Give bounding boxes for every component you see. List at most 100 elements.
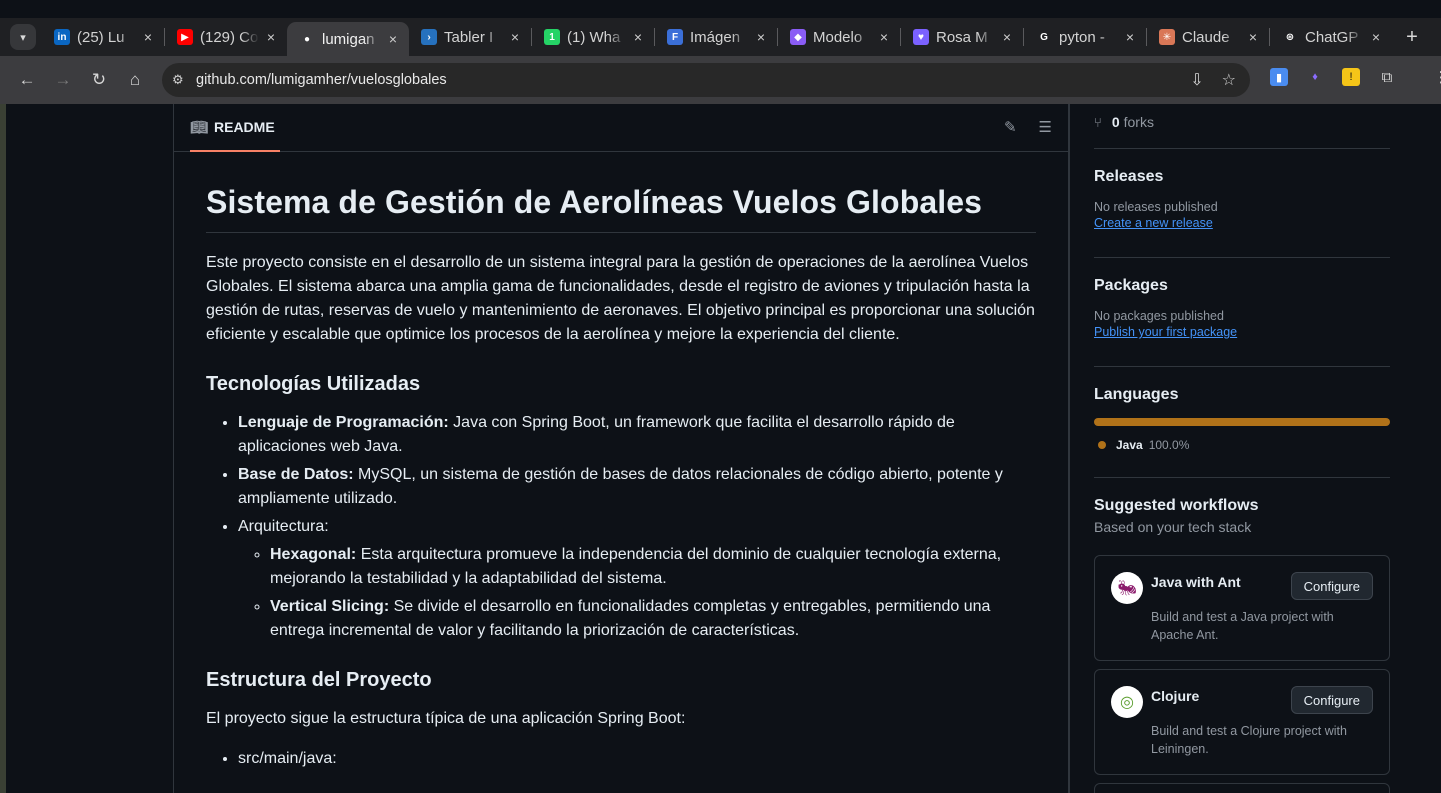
url-text[interactable]: github.com/lumigamher/vuelosglobales [196, 72, 447, 88]
list-item: src/main/java: [238, 747, 1036, 771]
install-app-icon[interactable]: ⇩ [1190, 70, 1203, 90]
close-tab-icon[interactable]: × [630, 29, 646, 45]
browser-tab[interactable]: in (25) Lu × [42, 22, 164, 52]
whatsapp-icon: 1 [544, 29, 560, 45]
close-tab-icon[interactable]: × [140, 29, 156, 45]
claude-icon: ✳ [1159, 29, 1175, 45]
browser-tab[interactable]: ◆ Modelo × [778, 22, 900, 52]
plus-icon: + [1406, 25, 1418, 48]
create-release-link[interactable]: Create a new release [1094, 216, 1213, 230]
browser-tab[interactable]: ▶ (129) Co × [165, 22, 287, 52]
tech-item-label: Base de Datos: [238, 466, 354, 483]
readme-intro: Este proyecto consiste en el desarrollo … [206, 254, 1035, 343]
close-tab-icon[interactable]: × [263, 29, 279, 45]
copilot-icon: ◆ [790, 29, 806, 45]
language-name: Java [1116, 438, 1143, 452]
publish-package-link[interactable]: Publish your first package [1094, 325, 1237, 339]
home-button[interactable]: ⌂ [117, 62, 153, 98]
languages-title: Languages [1094, 386, 1179, 403]
browser-tab[interactable]: ♥ Rosa M × [901, 22, 1023, 52]
configure-button[interactable]: Configure [1290, 572, 1373, 600]
arch-item-label: Vertical Slicing: [270, 598, 390, 615]
extension-flame-icon[interactable]: ♦ [1306, 68, 1324, 86]
menu-icon[interactable]: ⋮ [1432, 68, 1441, 86]
readme-tab[interactable]: 📖︎ README [190, 104, 280, 152]
browser-tab[interactable]: ⊛ ChatGP × [1270, 22, 1392, 52]
google-icon: G [1040, 31, 1048, 43]
workflow-name: Java with Ant [1151, 574, 1241, 590]
doc-icon: F [667, 29, 683, 45]
workflows-subtitle: Based on your tech stack [1094, 519, 1252, 535]
packages-empty: No packages published [1094, 309, 1224, 323]
tab-list: in (25) Lu × ▶ (129) Co × ● lumigan × › Tabler I × 1… [42, 18, 1392, 56]
extension-docs-icon[interactable]: ▮ [1270, 68, 1288, 86]
releases-title[interactable]: Releases [1094, 168, 1390, 186]
close-tab-icon[interactable]: × [753, 29, 769, 45]
reload-icon: ↻ [91, 70, 107, 89]
configure-button[interactable]: Configure [1290, 686, 1373, 714]
close-tab-icon[interactable]: × [999, 29, 1015, 45]
tab-title: Rosa M [936, 28, 988, 46]
site-info-icon[interactable]: ⚙ [172, 72, 196, 88]
tab-title: (129) Co [200, 28, 259, 46]
forward-button[interactable]: → [45, 62, 81, 98]
browser-tab[interactable]: Gpyton - × [1024, 22, 1146, 52]
workflow-card: ◎ Clojure Configure Build and test a Clo… [1094, 669, 1390, 775]
edit-pencil-icon[interactable]: ✎ [1004, 118, 1017, 136]
youtube-icon: ▶ [177, 29, 193, 45]
chevron-down-icon: ▾ [20, 31, 26, 44]
linkedin-icon: in [54, 29, 70, 45]
readme-title: Sistema de Gestión de Aerolíneas Vuelos … [206, 182, 1036, 233]
browser-tab[interactable]: ● lumigan × [287, 22, 409, 56]
close-tab-icon[interactable]: × [1122, 29, 1138, 45]
extensions-puzzle-icon[interactable]: ⧉ [1378, 68, 1396, 86]
browser-tab[interactable]: › Tabler I × [409, 22, 531, 52]
arrow-right-icon: → [54, 70, 72, 89]
back-button[interactable]: ← [9, 62, 45, 98]
close-tab-icon[interactable]: × [507, 29, 523, 45]
clojure-logo-icon: ◎ [1111, 686, 1143, 718]
packages-title[interactable]: Packages [1094, 277, 1390, 295]
repo-sidebar: ⑂ 0 forks Releases No releases published… [1069, 104, 1441, 793]
list-item: Base de Datos: MySQL, un sistema de gest… [238, 463, 1036, 511]
arch-item-label: Hexagonal: [270, 546, 357, 563]
structure-heading: Estructura del Proyecto [206, 669, 432, 691]
workflow-description: Build and test a Clojure project with Le… [1151, 724, 1347, 756]
browser-tab[interactable]: F Imágen × [655, 22, 777, 52]
divider [1094, 148, 1390, 149]
divider [1094, 477, 1390, 478]
releases-section: Releases No releases published Create a … [1094, 168, 1390, 232]
fork-icon: ⑂ [1094, 114, 1102, 130]
list-item: Vertical Slicing: Se divide el desarroll… [270, 595, 1036, 643]
browser-tab[interactable]: ✳ Claude × [1147, 22, 1269, 52]
tech-item-text: MySQL, un sistema de gestión de bases de… [238, 466, 1003, 507]
tab-search-button[interactable]: ▾ [10, 24, 36, 50]
tab-title: Claude [1182, 28, 1230, 46]
language-bar [1094, 418, 1390, 426]
browser-tab[interactable]: 1 (1) Wha × [532, 22, 654, 52]
close-tab-icon[interactable]: × [876, 29, 892, 45]
list-item: Arquitectura: Hexagonal: Esta arquitectu… [238, 515, 1036, 643]
workflow-card [1094, 783, 1390, 793]
outline-list-icon[interactable]: ☰ [1039, 118, 1052, 136]
structure-intro: El proyecto sigue la estructura típica d… [206, 710, 686, 727]
tab-title: (25) Lu [77, 28, 125, 46]
workflow-name: Clojure [1151, 688, 1200, 704]
close-tab-icon[interactable]: × [1245, 29, 1261, 45]
close-tab-icon[interactable]: × [385, 31, 401, 47]
address-bar[interactable]: ⚙ github.com/lumigamher/vuelosglobales ⇩… [162, 63, 1250, 97]
browser-toolbar: ← → ↻ ⌂ ⚙ github.com/lumigamher/vuelosgl… [0, 56, 1441, 104]
close-tab-icon[interactable]: × [1368, 29, 1384, 45]
reload-button[interactable]: ↻ [81, 62, 117, 98]
tab-strip: ▾ in (25) Lu × ▶ (129) Co × ● lumigan × › Tabler I… [0, 18, 1441, 56]
language-java[interactable]: Java 100.0% [1094, 438, 1390, 452]
tab-title: Tabler I [444, 28, 494, 46]
extension-bolt-icon[interactable]: ! [1342, 68, 1360, 86]
tech-item-label: Lenguaje de Programación: [238, 414, 449, 431]
forks-stat[interactable]: ⑂ 0 forks [1094, 114, 1390, 130]
home-icon: ⌂ [129, 70, 141, 89]
tab-title: (1) Wha [567, 28, 621, 46]
readme-content: Sistema de Gestión de Aerolíneas Vuelos … [174, 152, 1068, 771]
bookmark-star-icon[interactable]: ☆ [1222, 70, 1236, 90]
new-tab-button[interactable]: + [1398, 26, 1426, 49]
